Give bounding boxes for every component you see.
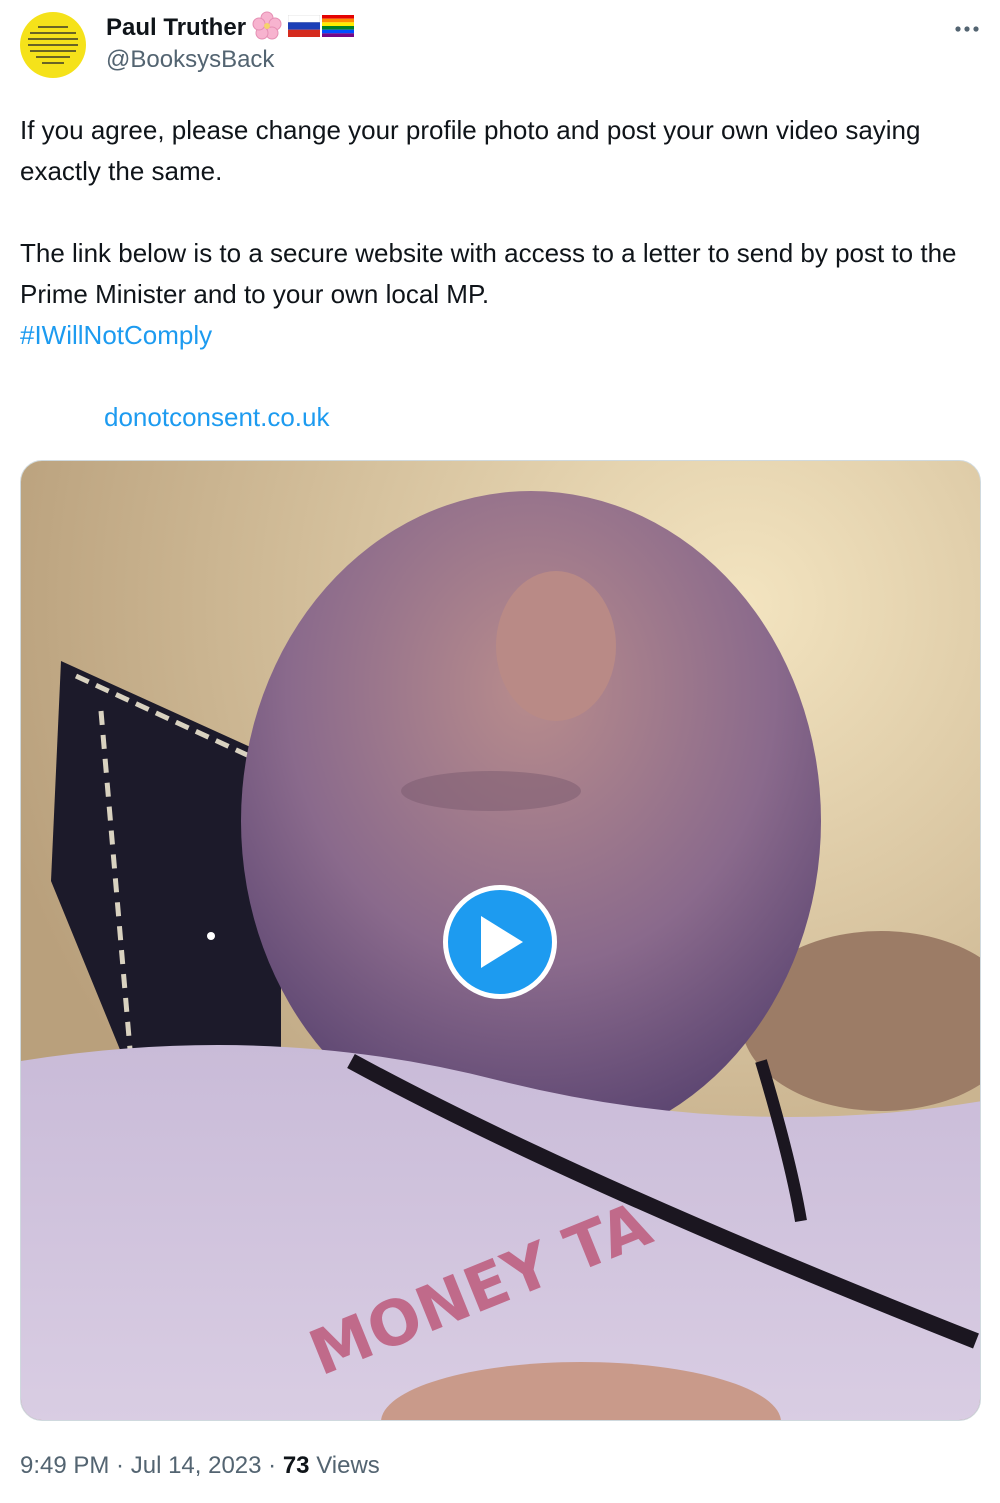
tweet-time[interactable]: 9:49 PM bbox=[20, 1452, 109, 1479]
tweet-paragraph-2: The link below is to a secure website wi… bbox=[20, 233, 980, 356]
hashtag-link[interactable]: #IWillNotComply bbox=[20, 315, 980, 356]
separator: · bbox=[261, 1452, 283, 1479]
video-player[interactable]: MONEY TA bbox=[20, 460, 981, 1421]
avatar[interactable] bbox=[20, 12, 86, 78]
rainbow-flag-icon bbox=[322, 14, 355, 42]
tweet-card[interactable]: Paul Truther @BooksysBack If you agree, … bbox=[0, 0, 1000, 1503]
external-link[interactable]: donotconsent.co.uk bbox=[104, 397, 330, 438]
play-icon bbox=[481, 916, 523, 968]
display-name[interactable]: Paul Truther bbox=[106, 12, 246, 44]
tweet-paragraph-1: If you agree, please change your profile… bbox=[20, 115, 921, 186]
name-row: Paul Truther bbox=[106, 11, 355, 46]
tweet-date[interactable]: Jul 14, 2023 bbox=[131, 1452, 262, 1479]
tweet-paragraph-2-text: The link below is to a secure website wi… bbox=[20, 238, 957, 309]
tweet-metadata: 9:49 PM · Jul 14, 2023 · 73 Views bbox=[20, 1448, 380, 1484]
views-label: Views bbox=[309, 1452, 380, 1479]
play-button[interactable] bbox=[443, 885, 557, 999]
russia-flag-icon bbox=[287, 14, 321, 42]
author-info: Paul Truther @BooksysBack bbox=[106, 11, 355, 76]
separator: · bbox=[109, 1452, 131, 1479]
user-handle[interactable]: @BooksysBack bbox=[106, 44, 354, 76]
views-count: 73 bbox=[282, 1452, 310, 1479]
cherry-blossom-icon bbox=[252, 11, 282, 46]
more-options-icon[interactable] bbox=[954, 14, 980, 38]
tweet-text: If you agree, please change your profile… bbox=[20, 110, 980, 356]
